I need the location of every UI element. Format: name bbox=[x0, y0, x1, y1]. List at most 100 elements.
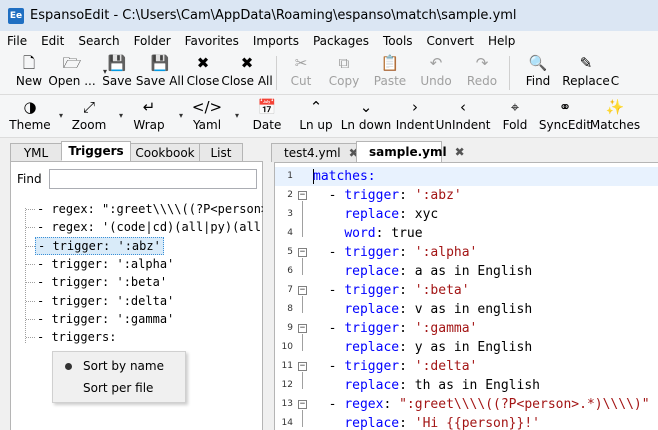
dropdown-arrow-icon[interactable]: ▾ bbox=[59, 111, 63, 120]
replace-button[interactable]: ✎ Replace bbox=[562, 51, 610, 94]
yaml-key: trigger bbox=[344, 321, 400, 336]
tree-node[interactable]: - regex: '(code|cd)(all|py)(all| bbox=[35, 218, 263, 236]
c-label: C bbox=[610, 74, 620, 88]
yaml-string: 'Hi {{person}}!' bbox=[414, 416, 540, 430]
trigger-tree: - regex: ":greet\\\\((?P<person> - regex:… bbox=[11, 198, 263, 358]
code-text: - trigger: ':abz' bbox=[313, 186, 462, 205]
toolbar-separator bbox=[509, 56, 510, 90]
window-title: EspansoEdit - C:\Users\Cam\AppData\Roami… bbox=[30, 8, 517, 23]
menu-tools[interactable]: Tools bbox=[376, 34, 420, 48]
menu-item-sort-per-file[interactable]: Sort per file bbox=[53, 377, 185, 399]
theme-icon: ◑ bbox=[23, 98, 37, 116]
fold-button[interactable]: ⌖ Fold bbox=[490, 95, 540, 137]
main-toolbar: 🗋 New 🗁 Open ... ▾ 💾 Save 💾 Save All ✖ Close ✖ Close… bbox=[0, 51, 658, 95]
date-button[interactable]: 📅 Date bbox=[240, 95, 294, 137]
menu-convert[interactable]: Convert bbox=[420, 34, 481, 48]
code-line: 1 matches: bbox=[275, 167, 658, 186]
menu-folder[interactable]: Folder bbox=[127, 34, 178, 48]
tab-triggers[interactable]: Triggers bbox=[61, 141, 131, 161]
chevron-up-icon: ⌃ bbox=[309, 98, 323, 116]
menu-item-sort-by-name[interactable]: Sort by name bbox=[53, 355, 185, 377]
yaml-text bbox=[313, 378, 344, 393]
tab-cookbook[interactable]: Cookbook bbox=[130, 143, 200, 161]
tree-branch-line bbox=[26, 227, 35, 229]
tree-node[interactable]: - trigger: ':alpha' bbox=[35, 255, 176, 273]
tree-node[interactable]: - trigger: ':delta' bbox=[35, 292, 176, 310]
paste-button[interactable]: 📋 Paste bbox=[367, 51, 413, 94]
unindent-button[interactable]: ‹ UnIndent bbox=[436, 95, 491, 137]
code-line: 7− - trigger: ':beta' bbox=[275, 281, 658, 300]
tree-node[interactable]: - regex: ":greet\\\\((?P<person> bbox=[35, 200, 263, 218]
line-number: 5 bbox=[287, 247, 293, 257]
save-all-button[interactable]: 💾 Save All bbox=[136, 51, 184, 94]
code-line: 13− - regex: ":greet\\\\((?P<person>.*)\… bbox=[275, 395, 658, 414]
yaml-button[interactable]: </> Yaml ▾ bbox=[184, 95, 239, 137]
tree-node[interactable]: - triggers: bbox=[35, 328, 118, 346]
find-input[interactable] bbox=[49, 169, 257, 189]
fold-toggle-icon[interactable]: − bbox=[298, 362, 307, 371]
open-button[interactable]: 🗁 Open ... ▾ bbox=[46, 51, 107, 94]
fold-toggle-icon[interactable]: − bbox=[298, 400, 307, 409]
c-button[interactable]: C bbox=[610, 51, 620, 94]
menu-file[interactable]: File bbox=[0, 34, 34, 48]
menu-search[interactable]: Search bbox=[71, 34, 126, 48]
copy-button[interactable]: ⧉ Copy bbox=[321, 51, 367, 94]
matches-button[interactable]: ✨ Matches bbox=[590, 95, 640, 137]
yaml-icon: </> bbox=[191, 98, 223, 116]
fold-toggle-icon[interactable]: − bbox=[298, 191, 307, 200]
cut-button[interactable]: ✂ Cut bbox=[281, 51, 321, 94]
yaml-text bbox=[313, 226, 344, 241]
close-button[interactable]: ✖ Close bbox=[184, 51, 222, 94]
fold-toggle-icon[interactable]: − bbox=[298, 286, 307, 295]
editor-tab-test4-yml[interactable]: test4.yml ✖ bbox=[271, 143, 359, 162]
close-all-button[interactable]: ✖ Close All bbox=[221, 51, 272, 94]
yaml-key: regex bbox=[344, 397, 384, 412]
menu-favorites[interactable]: Favorites bbox=[178, 34, 246, 48]
line-number: 7 bbox=[287, 285, 293, 295]
code-text: replace: v as in english bbox=[313, 300, 532, 319]
secondary-toolbar: ◑ Theme ▾ ⤢ Zoom ▾ ↵ Wrap ▾ </> Yaml ▾ 📅 Date ⌃ Ln up ⌄ L… bbox=[0, 95, 658, 138]
ln-down-button[interactable]: ⌄ Ln down bbox=[338, 95, 394, 137]
close-tab-icon[interactable]: ✖ bbox=[455, 145, 465, 159]
code-editor[interactable]: 1 matches: 2− - trigger: ':abz' 3 replace: … bbox=[274, 162, 658, 430]
tree-node[interactable]: - trigger: ':beta' bbox=[35, 273, 169, 291]
save-button[interactable]: 💾 Save bbox=[98, 51, 136, 94]
code-text: word: true bbox=[313, 224, 422, 243]
yaml-text: - bbox=[313, 359, 345, 374]
wrap-button[interactable]: ↵ Wrap ▾ bbox=[124, 95, 183, 137]
tree-branch-line bbox=[26, 300, 35, 302]
tree-node[interactable]: - trigger: ':abz' bbox=[35, 236, 164, 255]
find-button[interactable]: 🔍 Find bbox=[514, 51, 562, 94]
menu-help[interactable]: Help bbox=[481, 34, 522, 48]
fold-toggle-icon[interactable]: − bbox=[298, 324, 307, 333]
tree-node[interactable]: - trigger: ':gamma' bbox=[35, 310, 176, 328]
line-number: 4 bbox=[287, 228, 293, 238]
syncedit-button[interactable]: ⚭ SyncEdit bbox=[539, 95, 591, 137]
tab-list[interactable]: List bbox=[199, 143, 243, 161]
new-button[interactable]: 🗋 New bbox=[12, 51, 46, 94]
menu-imports[interactable]: Imports bbox=[246, 34, 306, 48]
code-line: 8 replace: v as in english bbox=[275, 300, 658, 319]
ln-up-button[interactable]: ⌃ Ln up bbox=[294, 95, 338, 137]
line-number: 14 bbox=[281, 418, 293, 428]
zoom-button[interactable]: ⤢ Zoom ▾ bbox=[64, 95, 123, 137]
redo-button[interactable]: ↷ Redo bbox=[459, 51, 505, 94]
indent-button[interactable]: › Indent bbox=[394, 95, 436, 137]
editor-tab-label: test4.yml bbox=[284, 146, 341, 160]
theme-button[interactable]: ◑ Theme ▾ bbox=[6, 95, 63, 137]
tab-yml[interactable]: YML bbox=[10, 143, 62, 161]
editor-tab-sample-yml[interactable]: sample.yml ✖ bbox=[356, 141, 465, 162]
dropdown-arrow-icon[interactable]: ▾ bbox=[119, 111, 123, 120]
menu-edit[interactable]: Edit bbox=[34, 34, 71, 48]
undo-button[interactable]: ↶ Undo bbox=[413, 51, 459, 94]
search-icon: 🔍 bbox=[528, 54, 548, 72]
dropdown-arrow-icon[interactable]: ▾ bbox=[179, 111, 183, 120]
dropdown-arrow-icon[interactable]: ▾ bbox=[235, 111, 239, 120]
fold-toggle-icon[interactable]: − bbox=[298, 248, 307, 257]
menu-item-label: Sort by name bbox=[83, 359, 164, 373]
line-number: 9 bbox=[287, 323, 293, 333]
menu-packages[interactable]: Packages bbox=[306, 34, 376, 48]
yaml-key: word bbox=[344, 226, 376, 241]
editor-tab-label: sample.yml bbox=[369, 145, 447, 159]
editor-panel: test4.yml ✖ sample.yml ✖ 1 matches: 2− - trig… bbox=[271, 138, 658, 430]
